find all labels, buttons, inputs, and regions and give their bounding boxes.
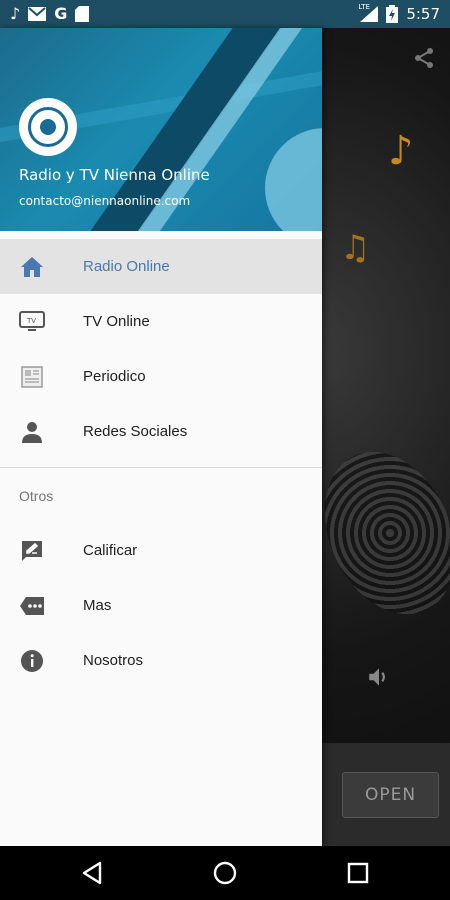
- menu-item-redes-sociales[interactable]: Redes Sociales: [0, 404, 322, 459]
- google-icon: G: [54, 4, 68, 23]
- recents-icon[interactable]: [343, 858, 373, 888]
- drawer-title: Radio y TV Nienna Online: [19, 166, 210, 184]
- back-icon[interactable]: [78, 858, 108, 888]
- battery-charging-icon: [386, 5, 399, 23]
- status-bar-system: LTE 5:57: [358, 3, 440, 23]
- menu-item-calificar[interactable]: Calificar: [0, 523, 322, 578]
- menu-item-label: Periodico: [83, 368, 146, 385]
- share-icon[interactable]: [412, 46, 436, 70]
- newspaper-icon: [19, 364, 45, 390]
- svg-text:TV: TV: [26, 317, 36, 325]
- menu-item-label: Radio Online: [83, 258, 170, 275]
- signal-lte-icon: LTE: [358, 3, 379, 22]
- menu-item-label: Calificar: [83, 542, 138, 559]
- menu-item-label: TV Online: [83, 313, 150, 330]
- navigation-drawer: Radio y TV Nienna Online contacto@nienna…: [0, 28, 322, 846]
- menu-item-tv-online[interactable]: TV TV Online: [0, 294, 322, 349]
- app-logo: [19, 98, 77, 156]
- system-navigation-bar: [0, 846, 450, 900]
- drawer-menu: Radio Online TV TV Online Periodico Rede…: [0, 239, 322, 688]
- lte-label: LTE: [358, 3, 370, 11]
- header-decoration: [265, 128, 322, 231]
- menu-item-label: Mas: [83, 597, 112, 614]
- info-icon: [19, 648, 45, 674]
- menu-item-label: Redes Sociales: [83, 423, 188, 440]
- status-bar: ♪ G LTE 5:57: [0, 0, 450, 28]
- menu-item-mas[interactable]: Mas: [0, 578, 322, 633]
- logo-globe-icon: [28, 107, 68, 147]
- music-note-decoration-icon: ♪: [388, 128, 414, 174]
- tv-icon: TV: [19, 309, 45, 335]
- music-notes-decoration-icon: ♫: [340, 228, 371, 268]
- menu-item-label: Nosotros: [83, 652, 144, 669]
- home-icon: [19, 254, 45, 280]
- gmail-icon: [28, 7, 47, 21]
- sd-card-icon: [75, 6, 90, 22]
- microphone-image: [299, 430, 450, 636]
- menu-item-periodico[interactable]: Periodico: [0, 349, 322, 404]
- person-icon: [19, 419, 45, 445]
- status-time: 5:57: [406, 5, 440, 23]
- music-note-icon: ♪: [10, 4, 21, 23]
- home-circle-icon[interactable]: [210, 858, 240, 888]
- rate-review-icon: [19, 538, 45, 564]
- drawer-email: contacto@niennaonline.com: [19, 194, 191, 208]
- menu-item-radio-online[interactable]: Radio Online: [0, 239, 322, 294]
- more-label-icon: [19, 593, 45, 619]
- status-bar-notifications: ♪ G: [10, 4, 90, 23]
- volume-icon[interactable]: [366, 664, 392, 690]
- menu-item-nosotros[interactable]: Nosotros: [0, 633, 322, 688]
- section-header-otros: Otros: [19, 488, 54, 504]
- drawer-header: Radio y TV Nienna Online contacto@nienna…: [0, 28, 322, 231]
- open-button[interactable]: OPEN: [342, 772, 439, 818]
